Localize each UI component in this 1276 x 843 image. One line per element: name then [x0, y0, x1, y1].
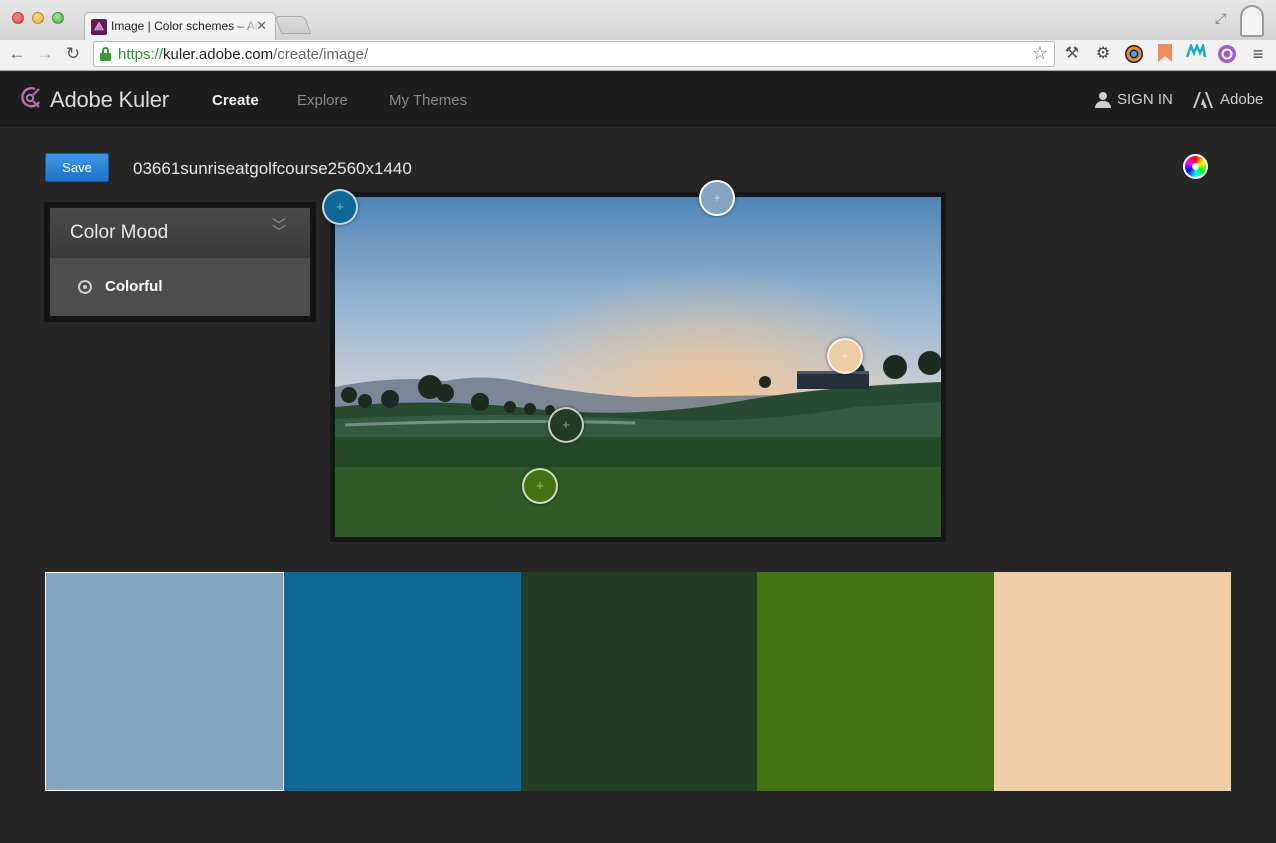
nav-explore[interactable]: Explore	[297, 92, 348, 109]
browser-titlebar: ⟁ Image | Color schemes – Adobe Kuler ✕ …	[0, 0, 1276, 40]
new-tab-button[interactable]	[274, 16, 312, 34]
fullscreen-icon[interactable]: ⤢	[1215, 10, 1226, 27]
color-picker-marker-4[interactable]	[548, 407, 584, 443]
address-bar[interactable]: https://kuler.adobe.com/create/image/ ☆	[93, 41, 1055, 67]
reload-icon[interactable]: ↻	[62, 43, 84, 65]
color-swatches	[45, 572, 1231, 791]
color-mood-panel: Color Mood ﹀ ﹀ Colorful	[44, 202, 316, 322]
color-picker-marker-3[interactable]	[827, 338, 863, 374]
color-picker-marker-2[interactable]	[699, 180, 735, 216]
bookmark-star-icon[interactable]: ☆	[1032, 43, 1048, 64]
swatch-5[interactable]	[994, 572, 1231, 791]
window-zoom-button[interactable]	[52, 12, 64, 24]
extension-m-icon[interactable]	[1185, 41, 1207, 64]
theme-name-field[interactable]: 03661sunriseatgolfcourse2560x1440	[133, 159, 412, 179]
tab-close-icon[interactable]: ✕	[256, 18, 267, 34]
color-picker-marker-1[interactable]	[322, 189, 358, 225]
sign-in-link[interactable]: SIGN IN	[1117, 91, 1173, 108]
save-button[interactable]: Save	[45, 153, 109, 182]
profile-avatar-icon[interactable]	[1240, 5, 1264, 37]
bookmark-ribbon-icon[interactable]	[1155, 44, 1175, 64]
color-mood-options: Colorful	[50, 258, 310, 316]
url-host: kuler.adobe.com	[163, 46, 274, 63]
swatch-2[interactable]	[283, 572, 521, 791]
tab-title: Image | Color schemes – Adobe Kuler	[111, 19, 259, 33]
back-arrow-icon[interactable]: ←	[6, 43, 28, 65]
brand-name[interactable]: Adobe Kuler	[50, 87, 169, 113]
user-icon[interactable]	[1094, 92, 1112, 108]
radio-selected-icon[interactable]	[78, 280, 92, 294]
kuler-favicon-icon: ⟁	[91, 19, 107, 35]
adobe-link[interactable]: Adobe	[1220, 91, 1263, 108]
forward-arrow-icon[interactable]: →	[34, 43, 56, 65]
extension-circle-icon[interactable]	[1217, 44, 1237, 64]
color-picker-extension-icon[interactable]	[1124, 44, 1144, 64]
color-mood-header[interactable]: Color Mood ﹀ ﹀	[50, 208, 310, 258]
mood-option-colorful[interactable]: Colorful	[105, 278, 163, 295]
swatch-4[interactable]	[757, 572, 995, 791]
app-header: Adobe Kuler Create Explore My Themes SIG…	[0, 72, 1276, 126]
url-text: https://kuler.adobe.com/create/image/	[118, 46, 368, 63]
wrench-icon[interactable]: ⚒	[1062, 44, 1082, 64]
browser-tab[interactable]: ⟁ Image | Color schemes – Adobe Kuler ✕	[84, 12, 276, 40]
lock-icon	[100, 47, 111, 61]
url-scheme: https://	[118, 46, 164, 63]
window-close-button[interactable]	[12, 12, 24, 24]
nav-my-themes[interactable]: My Themes	[389, 92, 467, 109]
color-picker-marker-5[interactable]	[522, 468, 558, 504]
browser-toolbar: ← → ↻ https://kuler.adobe.com/create/ima…	[0, 40, 1276, 71]
swatch-3[interactable]	[520, 572, 758, 791]
adobe-logo-icon[interactable]	[1193, 92, 1213, 108]
url-path: /create/image/	[273, 46, 369, 63]
kuler-logo-icon[interactable]	[20, 86, 42, 110]
nav-create[interactable]: Create	[212, 92, 259, 109]
color-mood-title: Color Mood	[70, 222, 169, 243]
double-chevron-down-icon[interactable]: ﹀ ﹀	[272, 218, 286, 239]
menu-icon[interactable]: ≡	[1248, 44, 1268, 64]
gear-icon[interactable]: ⚙	[1093, 44, 1113, 64]
color-wheel-icon[interactable]	[1183, 154, 1208, 179]
window-minimize-button[interactable]	[32, 12, 44, 24]
swatch-1[interactable]	[45, 572, 284, 791]
